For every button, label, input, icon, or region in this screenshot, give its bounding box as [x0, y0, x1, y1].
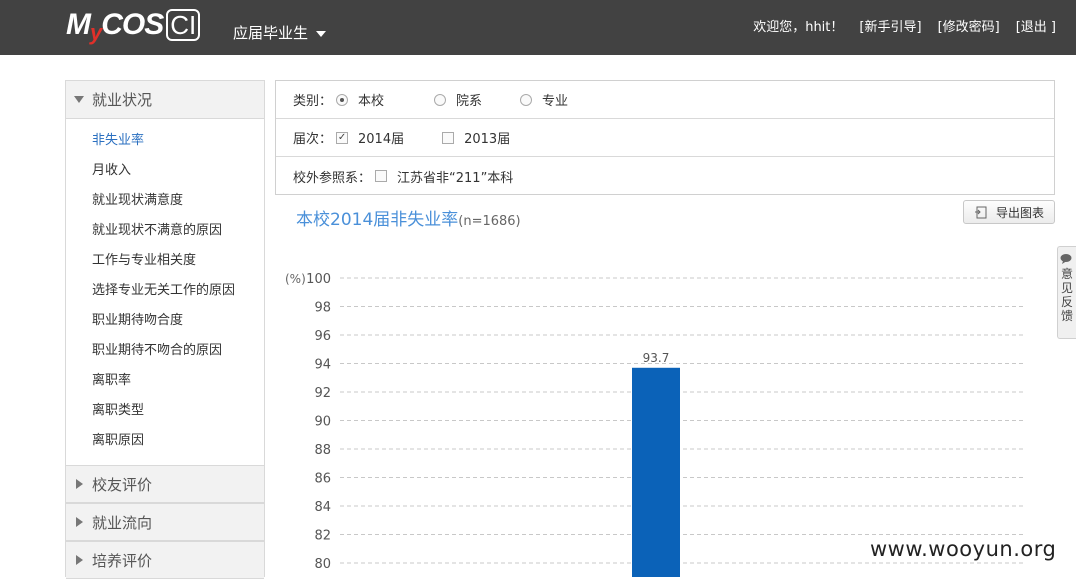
checkbox[interactable]	[442, 131, 455, 144]
bar-data-label: 93.7	[643, 351, 670, 365]
sidebar-item-monthly-income[interactable]: 月收入	[66, 156, 264, 186]
sidebar-item-expectation-match[interactable]: 职业期待吻合度	[66, 306, 264, 336]
sidebar-item-turnover-rate[interactable]: 离职率	[66, 366, 264, 396]
radio-label: 院系	[456, 94, 483, 109]
section-label: 就业流向	[92, 513, 153, 532]
cohort-label: 届次：	[293, 132, 333, 147]
radio-label: 本校	[358, 94, 385, 109]
section-label: 就业状况	[92, 91, 153, 109]
reference-row: 校外参照系： 江苏省非“211”本科	[276, 157, 1054, 195]
export-chart-button[interactable]: 导出图表	[963, 200, 1055, 224]
sidebar-section-employment[interactable]: 就业状况	[66, 81, 264, 119]
feedback-label: 意见反馈	[1061, 267, 1074, 323]
y-tick-label: 84	[314, 500, 331, 515]
radio-button[interactable]	[434, 93, 447, 106]
change-password-link[interactable]: [修改密码]	[938, 16, 1000, 35]
guide-link[interactable]: [新手引导]	[859, 16, 921, 35]
radio-option-major[interactable]: 专业	[520, 90, 568, 109]
cohort-row: 届次： ✓ 2014届 2013届	[276, 119, 1054, 157]
sidebar: 就业状况 非失业率 月收入 就业现状满意度 就业现状不满意的原因 工作与专业相关…	[65, 80, 265, 579]
radio-option-school[interactable]: 本校	[336, 90, 384, 109]
checkbox-option-2013[interactable]: 2013届	[442, 128, 510, 147]
category-row: 类别： 本校 院系 专业	[276, 81, 1054, 119]
checkbox-checked[interactable]: ✓	[336, 131, 349, 144]
triangle-right-icon	[76, 555, 83, 565]
sidebar-item-dissatisfaction-reasons[interactable]: 就业现状不满意的原因	[66, 216, 264, 246]
export-label: 导出图表	[995, 205, 1044, 220]
welcome-text: 欢迎您，hhit！	[753, 20, 844, 35]
checkbox-label: 2013届	[464, 132, 511, 147]
radio-button[interactable]	[520, 93, 533, 106]
sidebar-section-training[interactable]: 培养评价	[66, 541, 264, 579]
sidebar-item-job-satisfaction[interactable]: 就业现状满意度	[66, 186, 264, 216]
sidebar-item-list: 非失业率 月收入 就业现状满意度 就业现状不满意的原因 工作与专业相关度 选择专…	[66, 119, 264, 465]
checkbox[interactable]	[375, 170, 388, 182]
section-label: 校友评价	[92, 475, 153, 494]
y-tick-label: 96	[314, 329, 331, 344]
radio-label: 专业	[542, 94, 569, 109]
y-tick-label: 86	[314, 472, 331, 487]
chart-sample-size: (n=1686)	[458, 214, 521, 229]
sidebar-section-alumni[interactable]: 校友评价	[66, 465, 264, 503]
caret-down-icon	[316, 30, 327, 37]
mycos-logo[interactable]: MyCOS CI	[66, 8, 201, 45]
bar	[632, 367, 680, 577]
chart-title: 本校2014届非失业率(n=1686)	[296, 205, 521, 230]
sidebar-item-unrelated-job-reasons[interactable]: 选择专业无关工作的原因	[66, 276, 264, 306]
checkbox-option-reference[interactable]: 江苏省非“211”本科	[375, 167, 513, 186]
y-unit-label: (%)	[285, 272, 306, 286]
y-tick-label: 92	[314, 386, 331, 401]
feedback-tab[interactable]: 意见反馈	[1057, 246, 1076, 339]
watermark: www.wooyun.org	[870, 537, 1057, 561]
y-tick-label: 82	[314, 529, 331, 544]
triangle-down-icon	[74, 96, 84, 103]
section-label: 培养评价	[92, 551, 153, 570]
product-label: 应届毕业生	[233, 24, 309, 42]
radio-button[interactable]	[336, 93, 349, 106]
radio-option-department[interactable]: 院系	[434, 90, 482, 109]
checkbox-label: 江苏省非“211”本科	[397, 170, 514, 186]
triangle-right-icon	[76, 517, 83, 527]
top-navbar: MyCOS CI 应届毕业生 欢迎您，hhit！ [新手引导] [修改密码] […	[0, 0, 1076, 55]
y-tick-label: 80	[314, 557, 331, 572]
sidebar-section-flow[interactable]: 就业流向	[66, 503, 264, 541]
reference-label: 校外参照系：	[293, 170, 372, 186]
checkbox-label: 2014届	[358, 132, 405, 147]
logo-text: MyCOS	[66, 8, 164, 45]
category-label: 类别：	[293, 94, 333, 109]
y-tick-label: 88	[314, 443, 331, 458]
y-tick-label: 94	[314, 358, 331, 373]
sidebar-item-major-relevance[interactable]: 工作与专业相关度	[66, 246, 264, 276]
triangle-right-icon	[76, 479, 83, 489]
sidebar-item-turnover-reasons[interactable]: 离职原因	[66, 426, 264, 456]
chat-bubble-icon	[1060, 254, 1072, 264]
y-tick-label: 100	[306, 272, 331, 287]
bar-chart: (%) 80 82 84 86 88 90 92 94 96 98 100 93.7	[285, 272, 1024, 577]
sidebar-item-turnover-type[interactable]: 离职类型	[66, 396, 264, 426]
logout-link[interactable]: [退出 ]	[1016, 16, 1056, 35]
y-tick-label: 90	[314, 415, 331, 430]
logo-box: CI	[166, 9, 201, 41]
sidebar-item-expectation-mismatch-reasons[interactable]: 职业期待不吻合的原因	[66, 336, 264, 366]
filter-panel: 类别： 本校 院系 专业 届次： ✓ 2014届 2013届 校外参照系： 江苏…	[275, 80, 1055, 195]
product-dropdown[interactable]: 应届毕业生	[233, 22, 327, 43]
checkbox-option-2014[interactable]: ✓ 2014届	[336, 128, 404, 147]
user-area: 欢迎您，hhit！ [新手引导] [修改密码] [退出 ]	[753, 16, 1056, 35]
export-icon	[974, 206, 987, 219]
y-tick-label: 98	[314, 301, 331, 316]
sidebar-item-non-unemployment-rate[interactable]: 非失业率	[66, 126, 264, 156]
chart-title-text: 本校2014届非失业率	[296, 210, 459, 230]
